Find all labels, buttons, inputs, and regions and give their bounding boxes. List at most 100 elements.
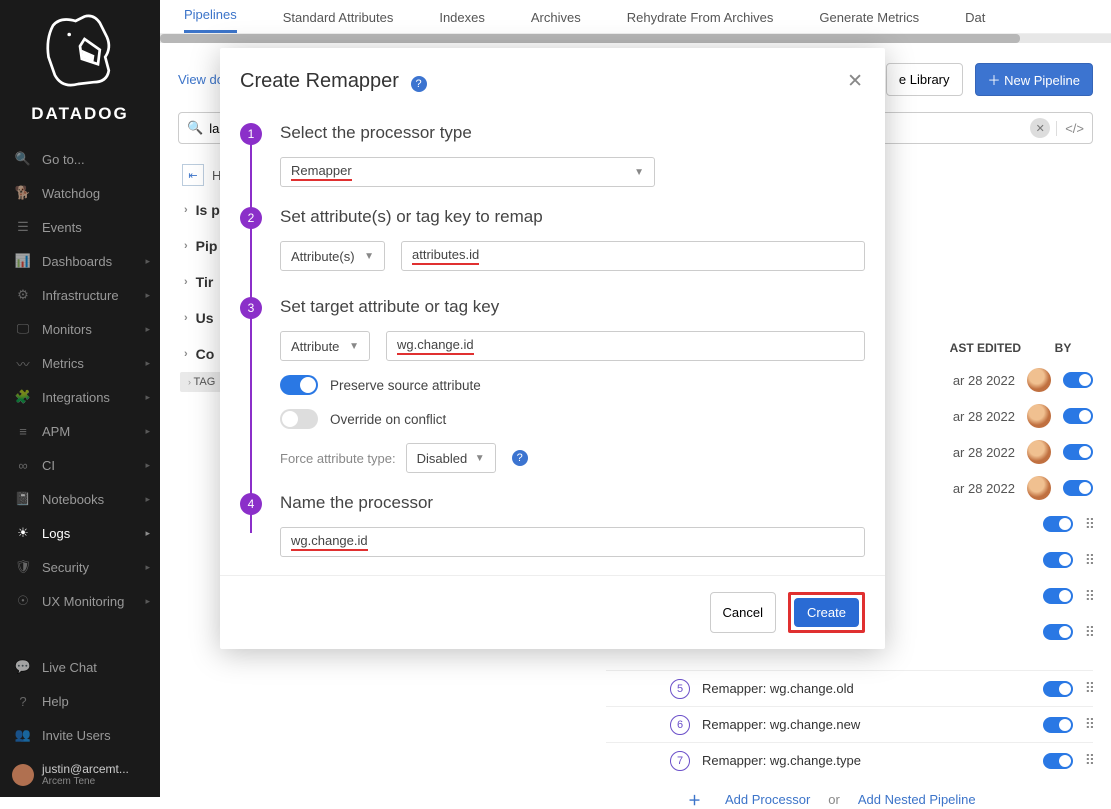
nav-ci[interactable]: ∞CI▸: [0, 448, 160, 482]
drag-handle-icon[interactable]: ⠿: [1085, 588, 1093, 605]
step-number: 5: [670, 679, 690, 699]
toggle-switch[interactable]: [1043, 552, 1073, 568]
nav-events[interactable]: ☰Events: [0, 210, 160, 244]
shield-icon: 🛡: [14, 559, 32, 575]
tab-rehydrate[interactable]: Rehydrate From Archives: [627, 10, 774, 33]
table-row: ⠿: [873, 578, 1093, 614]
processor-row[interactable]: 5 Remapper: wg.change.old ⠿: [606, 670, 1093, 706]
step-number: 3: [240, 297, 262, 319]
new-pipeline-button[interactable]: ＋ New Pipeline: [975, 63, 1094, 96]
close-icon[interactable]: ✕: [847, 70, 863, 93]
nav-help[interactable]: ?Help: [0, 684, 160, 718]
nav-metrics[interactable]: 〰Metrics▸: [0, 346, 160, 380]
toggle-switch[interactable]: [1043, 717, 1073, 733]
caret-down-icon: ▼: [364, 251, 374, 262]
step-4-title: Name the processor: [280, 493, 865, 513]
source-type-select[interactable]: Attribute(s)▼: [280, 241, 385, 271]
target-type-select[interactable]: Attribute▼: [280, 331, 370, 361]
nav-invite[interactable]: 👥Invite Users: [0, 718, 160, 752]
create-button[interactable]: Create: [794, 598, 859, 627]
processor-row[interactable]: 7 Remapper: wg.change.type ⠿: [606, 742, 1093, 778]
nav-logs[interactable]: ☀Logs▸: [0, 516, 160, 550]
view-docs-link[interactable]: View do: [178, 72, 224, 87]
processor-name-input[interactable]: wg.change.id: [280, 527, 865, 557]
user-menu[interactable]: justin@arcemt... Arcem Tene: [0, 752, 160, 797]
table-row: ar 28 2022: [873, 470, 1093, 506]
drag-handle-icon[interactable]: ⠿: [1085, 552, 1093, 569]
plus-icon: ＋: [988, 73, 1005, 88]
tab-pipelines[interactable]: Pipelines: [184, 7, 237, 33]
toggle-switch[interactable]: [1063, 480, 1093, 496]
drag-handle-icon[interactable]: ⠿: [1085, 680, 1093, 697]
toggle-switch[interactable]: [1043, 516, 1073, 532]
nav-bottom: 💬Live Chat ?Help 👥Invite Users justin@ar…: [0, 644, 160, 797]
invite-icon: 👥: [14, 727, 32, 743]
nav-security[interactable]: 🛡Security▸: [0, 550, 160, 584]
ux-icon: ☉: [14, 593, 32, 609]
tab-archives[interactable]: Archives: [531, 10, 581, 33]
nav-monitors[interactable]: 🖵Monitors▸: [0, 312, 160, 346]
source-attribute-input[interactable]: attributes.id: [401, 241, 865, 271]
add-nested-link[interactable]: Add Nested Pipeline: [858, 792, 976, 807]
toggle-switch[interactable]: [1043, 753, 1073, 769]
preserve-source-toggle[interactable]: [280, 375, 318, 395]
code-toggle-icon[interactable]: </>: [1056, 121, 1084, 136]
drag-handle-icon[interactable]: ⠿: [1085, 624, 1093, 641]
toggle-switch[interactable]: [1043, 588, 1073, 604]
tab-generate-metrics[interactable]: Generate Metrics: [819, 10, 919, 33]
help-icon[interactable]: ?: [411, 76, 427, 92]
table-row: ⠿: [873, 506, 1093, 542]
tab-standard-attributes[interactable]: Standard Attributes: [283, 10, 394, 33]
processor-type-select[interactable]: Remapper ▼: [280, 157, 655, 187]
nav-watchdog[interactable]: 🐕Watchdog: [0, 176, 160, 210]
toggle-switch[interactable]: [1043, 624, 1073, 640]
drag-handle-icon[interactable]: ⠿: [1085, 516, 1093, 533]
processor-list: 5 Remapper: wg.change.old ⠿ 6 Remapper: …: [606, 670, 1093, 809]
processor-row[interactable]: 6 Remapper: wg.change.new ⠿: [606, 706, 1093, 742]
nav-livechat[interactable]: 💬Live Chat: [0, 650, 160, 684]
nav-apm[interactable]: ≡APM▸: [0, 414, 160, 448]
tag-chip[interactable]: › TAG: [180, 372, 223, 392]
toggle-switch[interactable]: [1063, 372, 1093, 388]
step-1-title: Select the processor type: [280, 123, 865, 143]
help-icon[interactable]: ?: [512, 450, 528, 466]
chevron-right-icon: ›: [184, 276, 188, 288]
nav-integrations[interactable]: 🧩Integrations▸: [0, 380, 160, 414]
chevron-right-icon: ▸: [145, 426, 150, 437]
nav-ux[interactable]: ☉UX Monitoring▸: [0, 584, 160, 618]
tab-scrollbar[interactable]: [160, 34, 1111, 43]
chevron-right-icon: ▸: [145, 562, 150, 573]
chevron-right-icon: ›: [184, 204, 188, 216]
add-processor-link[interactable]: Add Processor: [725, 792, 810, 807]
collapse-icon[interactable]: ⇤: [182, 164, 204, 186]
caret-down-icon: ▼: [349, 341, 359, 352]
clear-search-icon[interactable]: ✕: [1030, 118, 1050, 138]
nav-notebooks[interactable]: 📓Notebooks▸: [0, 482, 160, 516]
brand-text: DATADOG: [0, 104, 160, 124]
browse-library-button[interactable]: e Library: [886, 63, 963, 96]
bars-icon: 📊: [14, 253, 32, 269]
drag-handle-icon[interactable]: ⠿: [1085, 752, 1093, 769]
chevron-right-icon: ▸: [145, 256, 150, 267]
tab-indexes[interactable]: Indexes: [439, 10, 485, 33]
nav-goto[interactable]: 🔍Go to...: [0, 142, 160, 176]
create-highlight: Create: [788, 592, 865, 633]
search-icon: 🔍: [14, 151, 32, 167]
target-attribute-input[interactable]: wg.change.id: [386, 331, 865, 361]
toggle-switch[interactable]: [1043, 681, 1073, 697]
help-icon: ?: [14, 694, 32, 709]
toggle-switch[interactable]: [1063, 408, 1093, 424]
user-org: Arcem Tene: [42, 776, 129, 787]
cancel-button[interactable]: Cancel: [710, 592, 776, 633]
nav-dashboards[interactable]: 📊Dashboards▸: [0, 244, 160, 278]
chat-icon: 💬: [14, 659, 32, 675]
logo: DATADOG: [0, 0, 160, 142]
nav-main: 🔍Go to... 🐕Watchdog ☰Events 📊Dashboards▸…: [0, 142, 160, 644]
tab-data[interactable]: Dat: [965, 10, 985, 33]
toggle-switch[interactable]: [1063, 444, 1093, 460]
drag-handle-icon[interactable]: ⠿: [1085, 716, 1093, 733]
col-last-edited: AST EDITED: [950, 341, 1021, 355]
override-conflict-toggle[interactable]: [280, 409, 318, 429]
force-type-select[interactable]: Disabled▼: [406, 443, 496, 473]
nav-infrastructure[interactable]: ⚙Infrastructure▸: [0, 278, 160, 312]
